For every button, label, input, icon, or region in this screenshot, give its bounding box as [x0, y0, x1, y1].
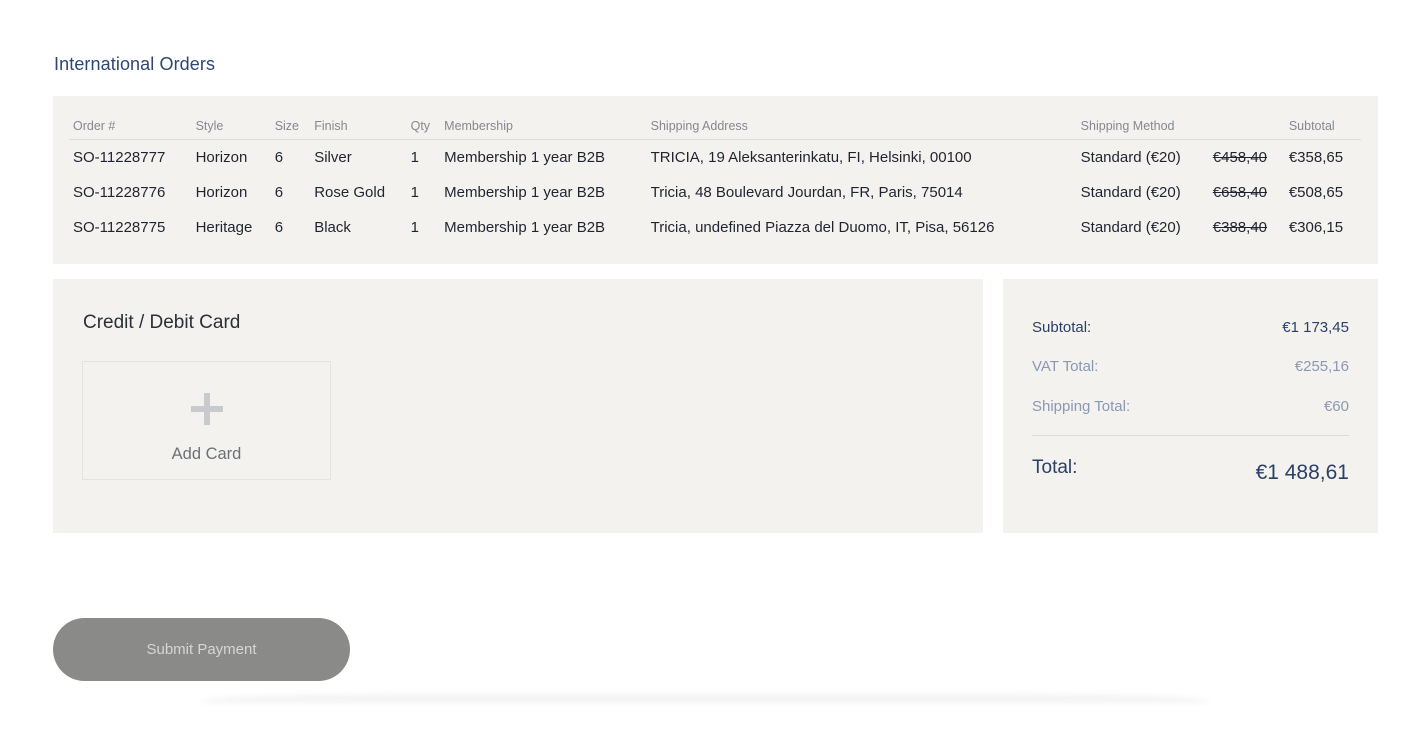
header-qty: Qty [406, 114, 441, 140]
order-qty: 1 [410, 219, 419, 236]
order-subtotal: €306,15 [1288, 219, 1344, 236]
order-shipping-method: Standard (€20) [1080, 219, 1181, 236]
order-address: TRICIA, 19 Aleksanterinkatu, FI, Helsink… [650, 149, 972, 167]
order-qty: 1 [410, 149, 419, 167]
summary-subtotal-value: €1 173,45 [1282, 319, 1349, 336]
header-membership: Membership [440, 114, 647, 140]
orders-table: Order # Style Size Finish Qty Membership… [69, 114, 1361, 245]
order-membership: Membership 1 year B2B [444, 184, 606, 201]
header-shipping-method: Shipping Method [1076, 114, 1209, 140]
orders-header-row: Order # Style Size Finish Qty Membership… [69, 114, 1361, 140]
order-qty: 1 [410, 184, 419, 201]
order-address: Tricia, undefined Piazza del Duomo, IT, … [650, 219, 995, 236]
order-original-price: €658,40 [1212, 184, 1268, 201]
order-size: 6 [274, 149, 284, 167]
summary-total-row: Total: €1 488,61 [1032, 455, 1349, 484]
order-number: SO-11228776 [73, 184, 166, 201]
summary-shipping-label: Shipping Total: [1032, 398, 1131, 415]
order-finish: Silver [314, 149, 352, 167]
order-subtotal: €508,65 [1288, 184, 1344, 201]
submit-payment-button[interactable]: Submit Payment [53, 618, 350, 681]
order-size: 6 [274, 219, 284, 236]
table-row: SO-11228775 Heritage 6 Black 1 Membershi… [69, 210, 1361, 245]
summary-vat-label: VAT Total: [1032, 358, 1099, 375]
order-number: SO-11228777 [73, 149, 166, 167]
order-style: Horizon [195, 149, 248, 167]
summary-vat-row: VAT Total: €255,16 [1032, 358, 1349, 375]
add-card-button[interactable]: Add Card [82, 361, 331, 480]
order-original-price: €458,40 [1212, 149, 1268, 167]
summary-subtotal-row: Subtotal: €1 173,45 [1032, 319, 1349, 336]
plus-icon [189, 391, 225, 427]
checkout-page: International Orders Order # Style Size … [0, 0, 1422, 752]
payment-method-panel: Credit / Debit Card Add Card [53, 279, 983, 533]
header-subtotal: Subtotal [1284, 114, 1361, 140]
section-title: International Orders [54, 54, 216, 74]
header-original-price [1208, 114, 1285, 140]
order-summary-panel: Subtotal: €1 173,45 VAT Total: €255,16 S… [1003, 279, 1378, 533]
summary-shipping-row: Shipping Total: €60 [1032, 398, 1349, 415]
order-membership: Membership 1 year B2B [444, 149, 606, 167]
summary-shipping-value: €60 [1323, 398, 1349, 415]
orders-panel: Order # Style Size Finish Qty Membership… [53, 96, 1378, 264]
order-original-price: €388,40 [1212, 219, 1268, 236]
add-card-label: Add Card [171, 445, 242, 463]
order-finish: Black [314, 219, 351, 236]
order-subtotal: €358,65 [1288, 149, 1344, 167]
order-shipping-method: Standard (€20) [1080, 149, 1181, 167]
summary-total-label: Total: [1032, 457, 1078, 478]
header-style: Style [191, 114, 271, 140]
table-row: SO-11228776 Horizon 6 Rose Gold 1 Member… [69, 175, 1361, 210]
order-style: Heritage [195, 219, 253, 236]
header-finish: Finish [310, 114, 407, 140]
order-style: Horizon [195, 184, 248, 201]
summary-divider [1032, 435, 1349, 436]
order-number: SO-11228775 [73, 219, 166, 236]
header-shipping-address: Shipping Address [646, 114, 1077, 140]
summary-total-value: €1 488,61 [1255, 461, 1349, 484]
order-shipping-method: Standard (€20) [1080, 184, 1181, 201]
order-finish: Rose Gold [314, 184, 386, 201]
table-row: SO-11228777 Horizon 6 Silver 1 Membershi… [69, 140, 1361, 175]
header-order: Order # [69, 114, 192, 140]
payment-method-title: Credit / Debit Card [83, 312, 241, 333]
order-size: 6 [274, 184, 284, 201]
order-address: Tricia, 48 Boulevard Jourdan, FR, Paris,… [650, 184, 963, 201]
order-membership: Membership 1 year B2B [444, 219, 606, 236]
header-size: Size [270, 114, 311, 140]
summary-vat-value: €255,16 [1294, 358, 1349, 375]
summary-subtotal-label: Subtotal: [1032, 319, 1092, 336]
footer-shadow [200, 690, 1210, 702]
